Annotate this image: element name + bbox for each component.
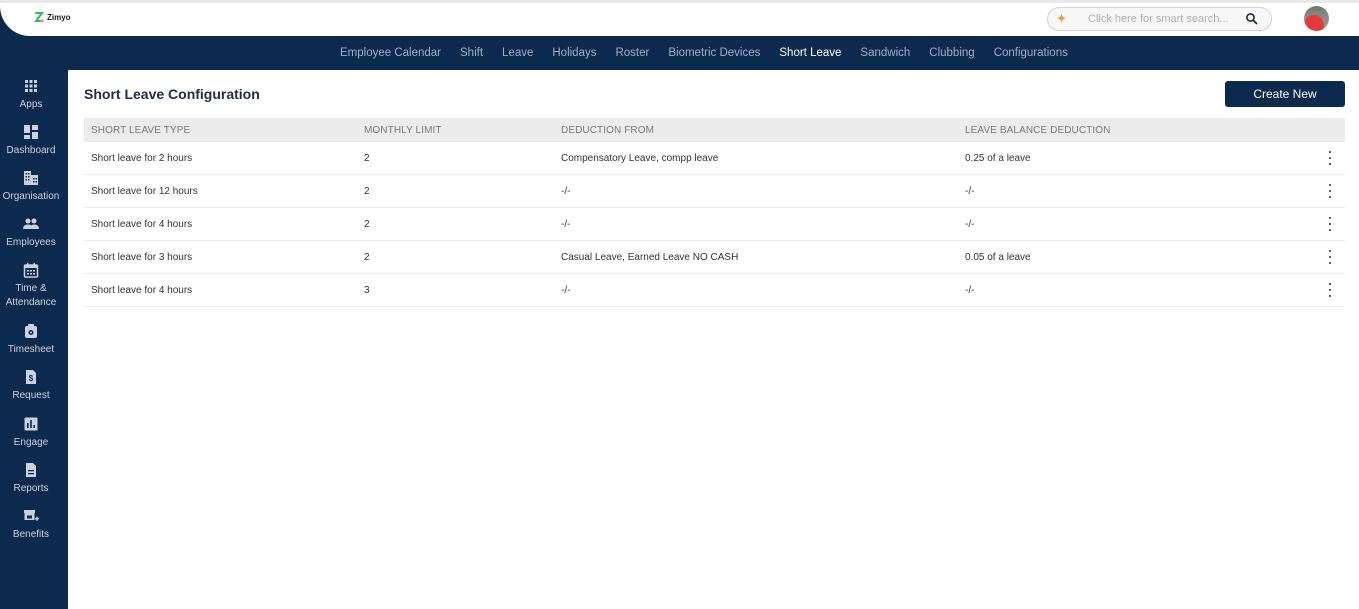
sidebar-label: Timesheet <box>7 344 55 355</box>
cell-leave-balance-deduction: -/- <box>965 284 975 296</box>
cell-leave-balance-deduction: -/- <box>965 218 975 230</box>
svg-text:$: $ <box>29 374 34 383</box>
sidebar-label: Employees <box>6 237 56 248</box>
cell-deduction-from: -/- <box>561 284 571 296</box>
ai-sparkle-icon: ✦ <box>1056 11 1067 26</box>
cell-short-leave-type: Short leave for 4 hours <box>91 284 193 296</box>
sidebar-label: Reports <box>13 483 49 494</box>
tab-biometric-devices[interactable]: Biometric Devices <box>668 47 760 59</box>
cell-short-leave-type: Short leave for 3 hours <box>91 251 193 263</box>
more-options-icon[interactable] <box>1324 216 1336 232</box>
page-title: Short Leave Configuration <box>84 86 260 102</box>
cell-monthly-limit: 2 <box>364 152 370 164</box>
table-row[interactable]: Short leave for 4 hours 2 -/- -/- <box>84 208 1345 241</box>
cell-short-leave-type: Short leave for 12 hours <box>91 185 198 197</box>
tab-leave[interactable]: Leave <box>502 47 533 59</box>
sidebar-label: Benefits <box>12 529 50 540</box>
sidebar-item-engage[interactable]: Engage <box>0 416 62 450</box>
sidebar: Apps Dashboard Organisation Employees Ti… <box>0 70 68 609</box>
column-header-short-leave-type[interactable]: SHORT LEAVE TYPE <box>91 125 190 136</box>
app-logo[interactable]: Zimyo <box>34 12 71 23</box>
top-header: Zimyo ✦ <box>0 0 1359 36</box>
user-avatar[interactable] <box>1304 6 1329 31</box>
table-row[interactable]: Short leave for 2 hours 2 Compensatory L… <box>84 142 1345 175</box>
sidebar-item-benefits[interactable]: Benefits <box>0 508 62 542</box>
sidebar-label: Apps <box>19 99 43 110</box>
logo-text: Zimyo <box>47 13 71 22</box>
table-row[interactable]: Short leave for 4 hours 3 -/- -/- <box>84 274 1345 307</box>
cell-short-leave-type: Short leave for 2 hours <box>91 152 193 164</box>
sidebar-label: Dashboard <box>6 145 56 156</box>
cell-deduction-from: -/- <box>561 185 571 197</box>
sidebar-item-apps[interactable]: Apps <box>0 78 62 112</box>
cell-leave-balance-deduction: 0.05 of a leave <box>965 251 1031 263</box>
request-dollar-doc-icon: $ <box>26 370 36 384</box>
engage-chart-icon <box>24 417 38 431</box>
sidebar-item-organisation[interactable]: Organisation <box>0 170 62 204</box>
cell-monthly-limit: 2 <box>364 218 370 230</box>
cell-monthly-limit: 2 <box>364 185 370 197</box>
table-row[interactable]: Short leave for 3 hours 2 Casual Leave, … <box>84 241 1345 274</box>
tab-shift[interactable]: Shift <box>460 47 483 59</box>
table-header: SHORT LEAVE TYPE MONTHLY LIMIT DEDUCTION… <box>84 118 1345 142</box>
table-row[interactable]: Short leave for 12 hours 2 -/- -/- <box>84 175 1345 208</box>
employees-people-icon <box>23 218 39 229</box>
cell-deduction-from: Compensatory Leave, compp leave <box>561 152 719 164</box>
column-header-deduction-from[interactable]: DEDUCTION FROM <box>561 125 654 136</box>
more-options-icon[interactable] <box>1324 282 1336 298</box>
main-content: Short Leave Configuration Create New SHO… <box>68 70 1359 609</box>
sidebar-label: Request <box>12 390 50 401</box>
benefits-store-icon <box>24 510 39 521</box>
sidebar-item-request[interactable]: $ Request <box>0 369 62 403</box>
tab-clubbing[interactable]: Clubbing <box>929 47 974 59</box>
sidebar-item-timesheet[interactable]: Timesheet <box>0 323 62 357</box>
cell-monthly-limit: 2 <box>364 251 370 263</box>
tab-configurations[interactable]: Configurations <box>994 47 1068 59</box>
more-options-icon[interactable] <box>1324 249 1336 265</box>
column-header-monthly-limit[interactable]: MONTHLY LIMIT <box>364 125 442 136</box>
apps-grid-icon <box>25 80 37 92</box>
cell-leave-balance-deduction: 0.25 of a leave <box>965 152 1031 164</box>
dashboard-icon <box>24 125 38 139</box>
top-border <box>0 0 1359 3</box>
column-header-leave-balance-deduction[interactable]: LEAVE BALANCE DEDUCTION <box>965 125 1110 136</box>
organisation-building-icon <box>24 171 38 185</box>
cell-leave-balance-deduction: -/- <box>965 185 975 197</box>
sidebar-item-dashboard[interactable]: Dashboard <box>0 124 62 158</box>
sidebar-item-time-attendance[interactable]: Time & Attendance <box>0 262 62 310</box>
zimyo-logo-icon <box>34 12 44 23</box>
sidebar-label: Time & Attendance <box>5 283 57 308</box>
search-icon[interactable] <box>1245 12 1259 26</box>
tab-employee-calendar[interactable]: Employee Calendar <box>340 47 441 59</box>
tab-holidays[interactable]: Holidays <box>552 47 596 59</box>
module-tabs: Employee Calendar Shift Leave Holidays R… <box>340 36 1087 70</box>
smart-search-input[interactable] <box>1088 11 1238 27</box>
short-leave-table: SHORT LEAVE TYPE MONTHLY LIMIT DEDUCTION… <box>84 118 1345 307</box>
create-new-button[interactable]: Create New <box>1225 81 1345 107</box>
cell-deduction-from: -/- <box>561 218 571 230</box>
tab-roster[interactable]: Roster <box>615 47 649 59</box>
tab-sandwich[interactable]: Sandwich <box>860 47 910 59</box>
more-options-icon[interactable] <box>1324 183 1336 199</box>
sidebar-item-reports[interactable]: Reports <box>0 462 62 496</box>
tab-short-leave[interactable]: Short Leave <box>779 47 841 59</box>
timesheet-icon <box>25 324 37 338</box>
sidebar-label: Engage <box>13 437 49 448</box>
cell-short-leave-type: Short leave for 4 hours <box>91 218 193 230</box>
sidebar-item-employees[interactable]: Employees <box>0 216 62 250</box>
more-options-icon[interactable] <box>1324 150 1336 166</box>
smart-search-bar[interactable]: ✦ <box>1047 7 1272 31</box>
module-nav-bar: Employee Calendar Shift Leave Holidays R… <box>0 36 1359 70</box>
calendar-icon <box>23 263 39 278</box>
cell-monthly-limit: 3 <box>364 284 370 296</box>
sidebar-label: Organisation <box>2 191 60 202</box>
reports-doc-icon <box>26 463 36 477</box>
cell-deduction-from: Casual Leave, Earned Leave NO CASH <box>561 251 739 263</box>
